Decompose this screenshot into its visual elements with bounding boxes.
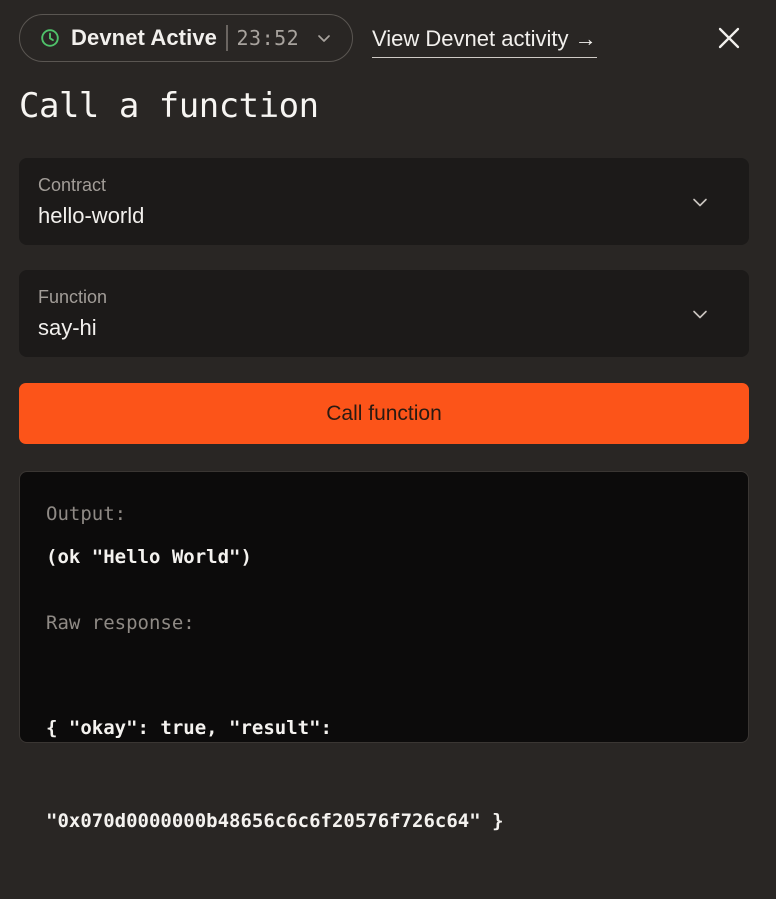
devnet-status-label: Devnet Active	[71, 25, 217, 50]
status-divider	[226, 25, 228, 51]
output-value: (ok "Hello World")	[46, 546, 252, 568]
contract-select[interactable]: Contract hello-world	[19, 158, 749, 245]
devnet-timer: 23:52	[236, 26, 300, 50]
function-label: Function	[38, 287, 108, 307]
call-function-button[interactable]: Call function	[19, 383, 749, 444]
contract-value: hello-world	[38, 203, 145, 228]
view-devnet-activity-link[interactable]: View Devnet activity →	[372, 26, 597, 58]
function-select[interactable]: Function say-hi	[19, 270, 749, 357]
raw-response-line: "0x070d0000000b48656c6c6f20576f726c64" }	[46, 810, 504, 832]
clock-icon	[40, 28, 60, 48]
raw-response-label: Raw response:	[46, 612, 195, 634]
raw-response-value: { "okay": true, "result": "0x070d0000000…	[46, 651, 504, 899]
top-bar: Devnet Active 23:52 View Devnet activity…	[19, 14, 759, 64]
chevron-down-icon	[316, 30, 332, 46]
chevron-down-icon	[691, 305, 709, 323]
chevron-down-icon	[691, 193, 709, 211]
page-title: Call a function	[19, 86, 319, 126]
output-panel: Output: (ok "Hello World") Raw response:…	[19, 471, 749, 832]
raw-response-line: { "okay": true, "result":	[46, 717, 332, 739]
function-value: say-hi	[38, 315, 97, 340]
close-icon[interactable]	[715, 24, 743, 52]
contract-label: Contract	[38, 175, 107, 195]
output-label: Output:	[46, 503, 127, 525]
devnet-status-dropdown[interactable]: Devnet Active 23:52	[19, 14, 353, 62]
